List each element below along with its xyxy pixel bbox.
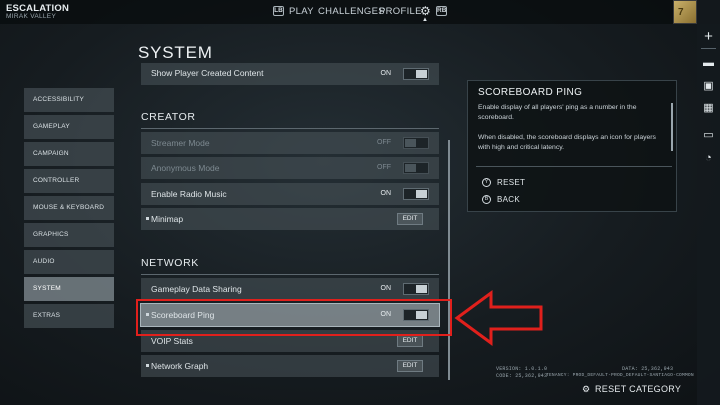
nav-tab-play[interactable]: PLAY xyxy=(289,6,314,17)
setting-value: ON xyxy=(380,285,392,292)
info-divider xyxy=(476,166,672,167)
back-button[interactable]: BACK xyxy=(497,195,520,204)
setting-row-radio-music[interactable]: Enable Radio Music ON xyxy=(141,183,439,205)
active-tab-caret-icon: ▲ xyxy=(422,17,428,23)
sidebar-divider xyxy=(701,48,716,49)
list-scrollbar[interactable] xyxy=(448,140,450,380)
info-scrollbar[interactable] xyxy=(671,103,673,151)
setting-label: VOIP Stats xyxy=(151,336,193,346)
setting-row-network-graph[interactable]: Network Graph EDIT xyxy=(141,355,439,377)
setting-label: Streamer Mode xyxy=(151,138,210,148)
toggle-knob xyxy=(405,139,416,147)
submenu-marker-icon xyxy=(146,217,149,220)
category-graphics[interactable]: GRAPHICS xyxy=(24,223,114,247)
info-title: SCOREBOARD PING xyxy=(478,87,583,98)
setting-value: OFF xyxy=(377,139,391,146)
setting-row-show-player-content[interactable]: Show Player Created Content ON xyxy=(141,63,439,85)
group-icon[interactable]: ▦ xyxy=(700,100,717,117)
chat-icon[interactable]: ▭ xyxy=(700,127,717,144)
setting-value: ON xyxy=(380,190,392,197)
category-system[interactable]: SYSTEM xyxy=(24,277,114,301)
map-name: MIRAK VALLEY xyxy=(6,13,57,20)
inventory-icon[interactable]: ▣ xyxy=(700,78,717,95)
edit-button[interactable]: EDIT xyxy=(397,213,423,225)
section-divider xyxy=(141,128,439,129)
version-text: VERSION: 1.0.1.0 xyxy=(496,366,548,372)
info-paragraph: When disabled, the scoreboard displays a… xyxy=(478,134,656,151)
left-bumper-icon[interactable]: LB xyxy=(273,6,284,16)
category-campaign[interactable]: CAMPAIGN xyxy=(24,142,114,166)
code-text: CODE: 25,362,943 xyxy=(496,373,548,379)
toggle-knob xyxy=(416,285,427,293)
toggle-knob xyxy=(416,190,427,198)
setting-value: ON xyxy=(380,70,392,77)
setting-value: OFF xyxy=(377,164,391,171)
edit-button[interactable]: EDIT xyxy=(397,360,423,372)
nav-tab-profile[interactable]: PROFILE xyxy=(379,6,422,17)
setting-row-minimap[interactable]: Minimap EDIT xyxy=(141,208,439,230)
pointer-arrow-icon xyxy=(454,290,543,346)
reset-category-button[interactable]: RESET CATEGORY xyxy=(595,384,681,394)
toggle-switch[interactable] xyxy=(403,68,429,80)
setting-label: Gameplay Data Sharing xyxy=(151,284,242,294)
add-friend-icon[interactable]: + xyxy=(700,28,717,45)
toggle-knob xyxy=(416,70,427,78)
edit-button[interactable]: EDIT xyxy=(397,335,423,347)
setting-row-streamer-mode[interactable]: Streamer Mode OFF xyxy=(141,132,439,154)
category-gameplay[interactable]: GAMEPLAY xyxy=(24,115,114,139)
setting-label: Anonymous Mode xyxy=(151,163,220,173)
settings-gear-icon[interactable]: ⚙ xyxy=(420,4,431,18)
section-header-network: NETWORK xyxy=(141,257,199,269)
setting-label: Network Graph xyxy=(151,361,209,371)
toggle-switch[interactable] xyxy=(403,162,429,174)
category-controller[interactable]: CONTROLLER xyxy=(24,169,114,193)
section-divider xyxy=(141,274,439,275)
section-header-creator: CREATOR xyxy=(141,111,196,123)
toggle-switch[interactable] xyxy=(403,188,429,200)
info-panel: SCOREBOARD PING Enable display of all pl… xyxy=(467,80,677,212)
player-emblem[interactable]: 7 xyxy=(673,0,697,24)
category-mouse-keyboard[interactable]: MOUSE & KEYBOARD xyxy=(24,196,114,220)
info-description: Enable display of all players' ping as a… xyxy=(478,103,668,163)
y-button-icon: Y xyxy=(482,178,491,187)
info-paragraph: Enable display of all players' ping as a… xyxy=(478,104,637,121)
toggle-switch[interactable] xyxy=(403,283,429,295)
data-text: DATA: 25,362,943 xyxy=(622,366,674,372)
reset-button[interactable]: RESET xyxy=(497,178,525,187)
tenancy-text: TENANCY: PROD_DEFAULT-PROD_DEFAULT-SANTI… xyxy=(546,373,694,378)
reset-category-icon: ⚙ xyxy=(582,384,591,394)
social-icon[interactable]: ◔ xyxy=(700,150,717,167)
category-accessibility[interactable]: ACCESSIBILITY xyxy=(24,88,114,112)
setting-label: Minimap xyxy=(151,214,184,224)
toggle-switch[interactable] xyxy=(403,137,429,149)
submenu-marker-icon xyxy=(146,364,149,367)
setting-row-anonymous-mode[interactable]: Anonymous Mode OFF xyxy=(141,157,439,179)
page-title: SYSTEM xyxy=(138,43,213,62)
nav-tab-challenges[interactable]: CHALLENGES xyxy=(318,6,385,17)
setting-label: Show Player Created Content xyxy=(151,68,264,78)
category-audio[interactable]: AUDIO xyxy=(24,250,114,274)
setting-label: Enable Radio Music xyxy=(151,189,227,199)
setting-row-data-sharing[interactable]: Gameplay Data Sharing ON xyxy=(141,278,439,300)
emblem-number: 7 xyxy=(678,7,684,18)
right-bumper-icon[interactable]: RB xyxy=(436,6,447,16)
toggle-knob xyxy=(405,164,416,172)
b-button-icon: B xyxy=(482,195,491,204)
highlight-box xyxy=(136,299,452,336)
card-icon[interactable]: ▬ xyxy=(700,55,717,72)
category-extras[interactable]: EXTRAS xyxy=(24,304,114,328)
